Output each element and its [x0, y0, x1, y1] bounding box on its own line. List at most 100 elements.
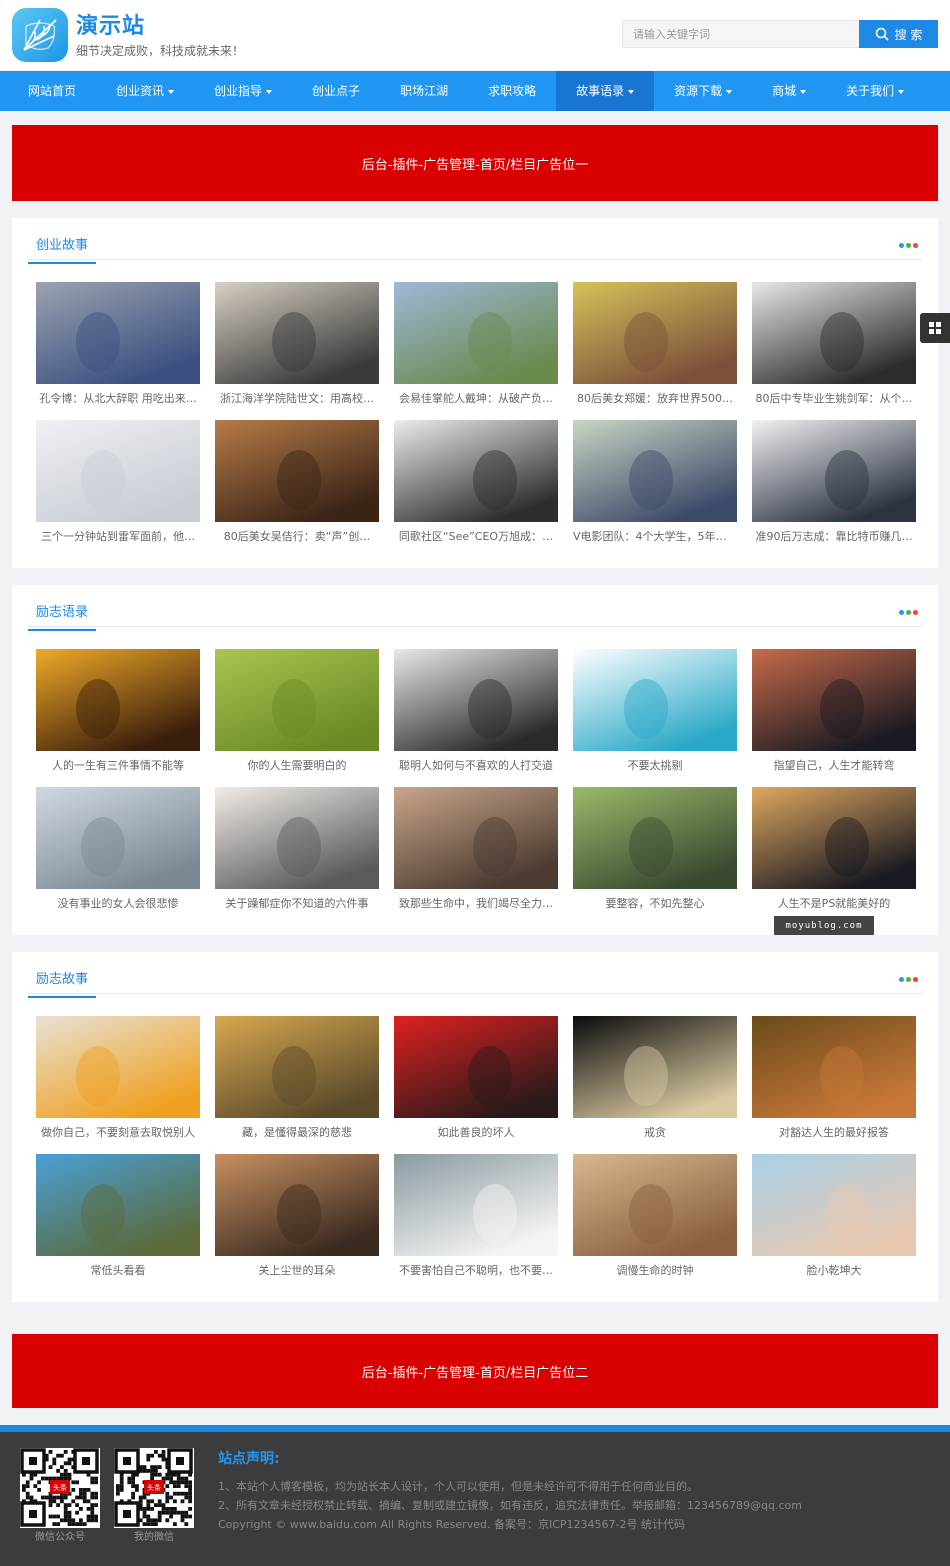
- article-thumbnail[interactable]: [36, 1016, 200, 1118]
- article-title[interactable]: 做你自己，不要刻意去取悦别人: [36, 1124, 200, 1140]
- article-title[interactable]: 指望自己，人生才能转弯: [752, 757, 916, 773]
- article-thumbnail[interactable]: [573, 420, 737, 522]
- article-card[interactable]: 80后中专毕业生姚剑军：从个…: [752, 282, 916, 406]
- nav-item-3[interactable]: 创业点子: [292, 71, 380, 111]
- article-title[interactable]: 要整容，不如先整心: [573, 895, 737, 911]
- more-dots-icon[interactable]: [899, 977, 918, 982]
- article-title[interactable]: 三个一分钟站到雷军面前，他…: [36, 528, 200, 544]
- article-thumbnail[interactable]: [573, 282, 737, 384]
- article-title[interactable]: 孔令博：从北大辞职 用吃出来…: [36, 390, 200, 406]
- article-card[interactable]: 不要太挑剔: [573, 649, 737, 773]
- nav-item-9[interactable]: 关于我们: [826, 71, 924, 111]
- article-title[interactable]: 关于躁郁症你不知道的六件事: [215, 895, 379, 911]
- article-card[interactable]: 戒贪: [573, 1016, 737, 1140]
- article-thumbnail[interactable]: [215, 282, 379, 384]
- article-title[interactable]: 80后美女郑媛：放弃世界500…: [573, 390, 737, 406]
- article-thumbnail[interactable]: [573, 787, 737, 889]
- article-card[interactable]: 对豁达人生的最好报答: [752, 1016, 916, 1140]
- article-title[interactable]: 戒贪: [573, 1124, 737, 1140]
- article-title[interactable]: V电影团队：4个大学生，5年创…: [573, 528, 737, 544]
- article-thumbnail[interactable]: [752, 420, 916, 522]
- more-dots-icon[interactable]: [899, 243, 918, 248]
- article-title[interactable]: 没有事业的女人会很悲惨: [36, 895, 200, 911]
- article-card[interactable]: 调慢生命的时钟: [573, 1154, 737, 1278]
- article-thumbnail[interactable]: [36, 787, 200, 889]
- article-thumbnail[interactable]: [215, 1154, 379, 1256]
- article-thumbnail[interactable]: [573, 1154, 737, 1256]
- article-thumbnail[interactable]: [573, 649, 737, 751]
- article-thumbnail[interactable]: [215, 1016, 379, 1118]
- article-thumbnail[interactable]: [36, 282, 200, 384]
- article-card[interactable]: 会易佳掌舵人戴坤：从破产负…: [394, 282, 558, 406]
- article-card[interactable]: 常低头看看: [36, 1154, 200, 1278]
- nav-item-6[interactable]: 故事语录: [556, 71, 655, 111]
- article-thumbnail[interactable]: [752, 787, 916, 889]
- section-title[interactable]: 励志故事: [28, 968, 97, 998]
- article-thumbnail[interactable]: [752, 282, 916, 384]
- nav-item-1[interactable]: 创业资讯: [96, 71, 194, 111]
- article-thumbnail[interactable]: [394, 787, 558, 889]
- nav-item-5[interactable]: 求职攻略: [468, 71, 556, 111]
- article-card[interactable]: 要整容，不如先整心: [573, 787, 737, 911]
- article-card[interactable]: 孔令博：从北大辞职 用吃出来…: [36, 282, 200, 406]
- article-title[interactable]: 脸小乾坤大: [752, 1262, 916, 1278]
- article-title[interactable]: 80后中专毕业生姚剑军：从个…: [752, 390, 916, 406]
- article-card[interactable]: 做你自己，不要刻意去取悦别人: [36, 1016, 200, 1140]
- article-title[interactable]: 对豁达人生的最好报答: [752, 1124, 916, 1140]
- article-card[interactable]: 如此善良的坏人: [394, 1016, 558, 1140]
- nav-item-7[interactable]: 资源下载: [654, 71, 752, 111]
- article-thumbnail[interactable]: [36, 420, 200, 522]
- nav-item-4[interactable]: 职场江湖: [380, 71, 468, 111]
- article-card[interactable]: 80后美女郑媛：放弃世界500…: [573, 282, 737, 406]
- article-card[interactable]: V电影团队：4个大学生，5年创…: [573, 420, 737, 544]
- article-card[interactable]: 聪明人如何与不喜欢的人打交道: [394, 649, 558, 773]
- article-title[interactable]: 准90后万志成：靠比特币赚几…: [752, 528, 916, 544]
- article-thumbnail[interactable]: [215, 649, 379, 751]
- article-thumbnail[interactable]: [394, 1154, 558, 1256]
- article-card[interactable]: 准90后万志成：靠比特币赚几…: [752, 420, 916, 544]
- article-thumbnail[interactable]: [215, 787, 379, 889]
- article-card[interactable]: 不要害怕自己不聪明，也不要…: [394, 1154, 558, 1278]
- section-title[interactable]: 励志语录: [28, 601, 97, 631]
- ad-banner-top[interactable]: 后台-插件-广告管理-首页/栏目广告位一: [12, 125, 938, 201]
- section-title[interactable]: 创业故事: [28, 234, 97, 264]
- article-thumbnail[interactable]: [215, 420, 379, 522]
- article-title[interactable]: 致那些生命中，我们竭尽全力…: [394, 895, 558, 911]
- search-input[interactable]: [622, 20, 860, 48]
- nav-item-0[interactable]: 网站首页: [8, 71, 96, 111]
- article-title[interactable]: 调慢生命的时钟: [573, 1262, 737, 1278]
- article-card[interactable]: 同歌社区“See”CEO万旭成：…: [394, 420, 558, 544]
- article-title[interactable]: 不要太挑剔: [573, 757, 737, 773]
- article-card[interactable]: 三个一分钟站到雷军面前，他…: [36, 420, 200, 544]
- article-card[interactable]: 关上尘世的耳朵: [215, 1154, 379, 1278]
- article-title[interactable]: 不要害怕自己不聪明，也不要…: [394, 1262, 558, 1278]
- article-thumbnail[interactable]: [36, 1154, 200, 1256]
- article-title[interactable]: 会易佳掌舵人戴坤：从破产负…: [394, 390, 558, 406]
- nav-item-2[interactable]: 创业指导: [194, 71, 292, 111]
- article-thumbnail[interactable]: [573, 1016, 737, 1118]
- article-title[interactable]: 同歌社区“See”CEO万旭成：…: [394, 528, 558, 544]
- article-card[interactable]: 浙江海洋学院陆世文：用高校…: [215, 282, 379, 406]
- article-thumbnail[interactable]: [36, 649, 200, 751]
- article-thumbnail[interactable]: [752, 1154, 916, 1256]
- more-dots-icon[interactable]: [899, 610, 918, 615]
- article-thumbnail[interactable]: [394, 1016, 558, 1118]
- article-card[interactable]: 关于躁郁症你不知道的六件事: [215, 787, 379, 911]
- article-card[interactable]: 指望自己，人生才能转弯: [752, 649, 916, 773]
- ad-banner-bottom[interactable]: 后台-插件-广告管理-首页/栏目广告位二: [12, 1334, 938, 1408]
- article-card[interactable]: 人的一生有三件事情不能等: [36, 649, 200, 773]
- article-title[interactable]: 如此善良的坏人: [394, 1124, 558, 1140]
- article-title[interactable]: 人的一生有三件事情不能等: [36, 757, 200, 773]
- article-card[interactable]: 脸小乾坤大: [752, 1154, 916, 1278]
- article-thumbnail[interactable]: [394, 420, 558, 522]
- article-title[interactable]: 藏，是懂得最深的慈悲: [215, 1124, 379, 1140]
- article-card[interactable]: 藏，是懂得最深的慈悲: [215, 1016, 379, 1140]
- side-float-button[interactable]: [920, 313, 950, 343]
- article-title[interactable]: 人生不是PS就能美好的: [752, 895, 916, 911]
- article-title[interactable]: 聪明人如何与不喜欢的人打交道: [394, 757, 558, 773]
- article-card[interactable]: 人生不是PS就能美好的: [752, 787, 916, 911]
- article-card[interactable]: 致那些生命中，我们竭尽全力…: [394, 787, 558, 911]
- nav-item-8[interactable]: 商城: [752, 71, 826, 111]
- article-thumbnail[interactable]: [394, 282, 558, 384]
- search-button[interactable]: 搜 索: [859, 20, 938, 48]
